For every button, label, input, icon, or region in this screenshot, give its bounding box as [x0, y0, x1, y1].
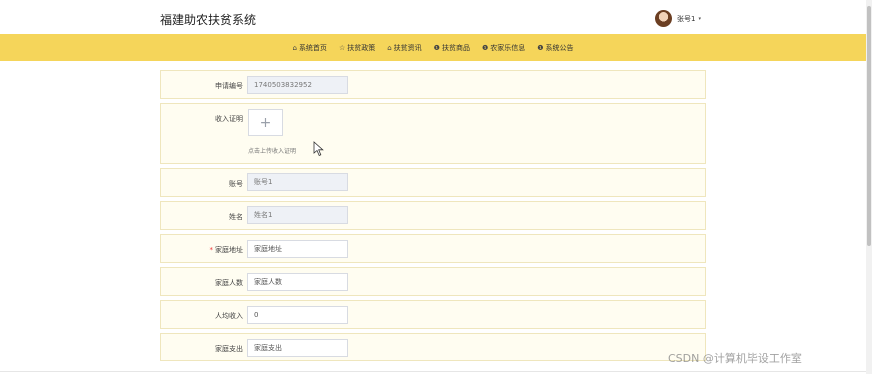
watermark: CSDN @计算机毕设工作室	[668, 352, 802, 365]
mouse-pointer-icon	[313, 141, 324, 157]
nav-item-home[interactable]: ⌂ 系统首页	[292, 43, 326, 53]
field-label: 姓名	[229, 213, 243, 221]
expenses-input[interactable]: 家庭支出	[247, 339, 348, 357]
site-title: 福建助农扶贫系统	[160, 13, 257, 27]
account-field[interactable]: 账号1	[247, 173, 348, 191]
form-row-per-capita-income: 人均收入 0	[160, 300, 706, 329]
nav-item-label: 系统首页	[298, 43, 327, 52]
form-row-address: * 家庭地址 家庭地址	[160, 234, 706, 263]
form-row-account: 账号 账号1	[160, 168, 706, 197]
field-label: 人均收入	[215, 312, 243, 320]
required-mark: *	[209, 246, 214, 254]
form-row-name: 姓名 姓名1	[160, 201, 706, 230]
username[interactable]: 张号1	[677, 14, 695, 24]
user-menu[interactable]: 张号1 ▾	[655, 10, 701, 27]
nav-item-policy[interactable]: ☆ 扶贫政策	[339, 43, 375, 53]
address-input[interactable]: 家庭地址	[247, 240, 348, 258]
form-row-household-size: 家庭人数 家庭人数	[160, 267, 706, 296]
name-field[interactable]: 姓名1	[247, 206, 348, 224]
star-icon: ☆	[338, 43, 346, 52]
nav-item-announcements[interactable]: ❶ 系统公告	[537, 43, 573, 53]
top-header: 福建助农扶贫系统 张号1 ▾	[0, 0, 866, 34]
per-capita-income-input[interactable]: 0	[247, 306, 348, 324]
nav-item-label: 系统公告	[545, 43, 574, 52]
field-label: * 家庭地址	[161, 245, 244, 255]
upload-hint: 点击上传收入证明	[248, 148, 297, 155]
plus-icon: +	[259, 114, 272, 131]
form-row-income-proof: 收入证明 + 点击上传收入证明	[160, 103, 706, 164]
field-label: 家庭人数	[215, 279, 243, 287]
nav-item-news[interactable]: ⌂ 扶贫资讯	[387, 43, 421, 53]
nav-item-products[interactable]: ❶ 扶贫商品	[434, 43, 470, 53]
page-scrollbar[interactable]	[866, 0, 872, 374]
bag-icon: ⌂	[387, 43, 392, 52]
field-label-text: 家庭地址	[215, 246, 243, 254]
nav-item-label: 扶贫政策	[347, 43, 376, 52]
upload-button[interactable]: +	[248, 109, 283, 136]
nav-item-farmstay[interactable]: ❶ 农家乐信息	[482, 43, 525, 53]
application-form: 申请编号 1740503832952 收入证明 + 点击上传收入证明 账号 账号…	[160, 70, 706, 365]
main-nav: ⌂ 系统首页 ☆ 扶贫政策 ⌂ 扶贫资讯 ❶ 扶贫商品 ❶ 农家乐信息 ❶ 系统…	[0, 34, 866, 61]
form-row-expenses: 家庭支出 家庭支出	[160, 333, 706, 361]
nav-item-label: 扶贫商品	[441, 43, 470, 52]
scrollbar-thumb[interactable]	[867, 6, 871, 246]
chevron-down-icon[interactable]: ▾	[698, 16, 701, 22]
field-label: 申请编号	[215, 82, 243, 90]
info-icon: ❶	[433, 43, 440, 52]
application-no-field[interactable]: 1740503832952	[247, 76, 348, 94]
form-row-application-no: 申请编号 1740503832952	[160, 70, 706, 99]
nav-item-label: 扶贫资讯	[393, 43, 422, 52]
info-icon: ❶	[537, 43, 544, 52]
field-label: 家庭支出	[215, 345, 243, 353]
home-icon: ⌂	[292, 43, 297, 52]
household-size-input[interactable]: 家庭人数	[247, 273, 348, 291]
divider	[0, 371, 866, 372]
field-label: 收入证明	[215, 115, 243, 123]
field-label: 账号	[229, 180, 243, 188]
user-avatar-icon[interactable]	[655, 10, 672, 27]
nav-item-label: 农家乐信息	[490, 43, 526, 52]
info-icon: ❶	[481, 43, 489, 52]
